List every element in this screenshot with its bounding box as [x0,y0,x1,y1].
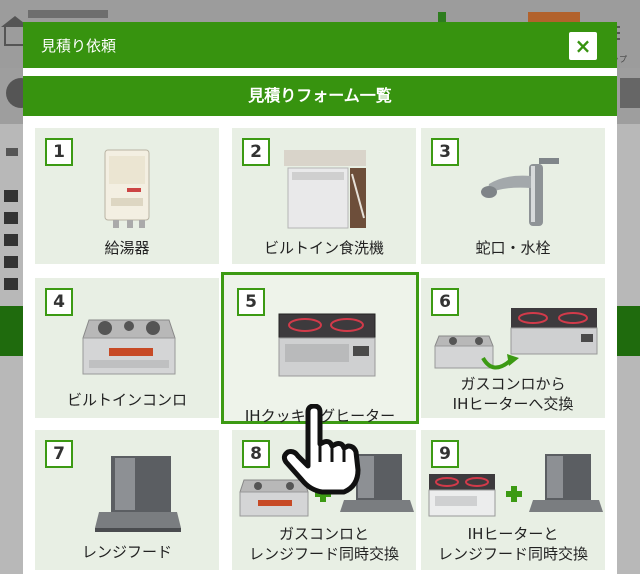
card-dishwasher[interactable]: 2 ビルトイン食洗機 [232,128,416,264]
card-number: 3 [431,138,459,166]
card-faucet[interactable]: 3 蛇口・水栓 [421,128,605,264]
close-button[interactable]: × [569,32,597,60]
form-list-title: 見積りフォーム一覧 [23,76,617,116]
card-label-line2: IHヒーターへ交換 [452,395,574,413]
card-gas-stove[interactable]: 4 ビルトインコンロ [35,278,219,418]
card-number: 1 [45,138,73,166]
background-text [4,190,18,290]
site-logo [28,10,108,18]
modal-header: 見積り依頼 × [23,22,617,68]
card-label-line1: IHヒーターと [467,525,559,543]
water-heater-icon [104,149,150,228]
card-number: 5 [237,288,265,316]
range-hood-icon [95,456,181,532]
card-range-hood[interactable]: 7 レンジフード [35,430,219,570]
faucet-icon [481,158,559,226]
card-label: ビルトインコンロ [66,391,187,409]
card-label-line2: レンジフード同時交換 [437,545,588,563]
card-number: 7 [45,440,73,468]
ih-plus-hood-icon [428,454,603,517]
search-button [620,78,640,108]
card-label: 給湯器 [104,239,150,257]
pointer-hand-icon [281,404,361,495]
card-label-line1: ガスコンロから [460,375,566,393]
dishwasher-icon [284,150,366,229]
card-label-line1: ガスコンロと [278,525,369,543]
card-number: 4 [45,288,73,316]
background-text [6,148,18,156]
card-stove-to-ih[interactable]: 6 ガスコンロから IHヒーターへ交換 [421,278,605,418]
card-ih-plus-hood[interactable]: 9 IHヒーターと レンジフード同時交換 [421,430,605,570]
card-label-line2: レンジフード同時交換 [248,545,399,563]
stove-to-ih-icon [434,308,598,370]
card-number: 2 [242,138,270,166]
card-label: レンジフード [81,543,172,561]
card-ih-cooktop[interactable]: 5 IHクッキングヒーター [221,272,419,425]
card-water-heater[interactable]: 1 給湯器 [35,128,219,264]
ih-cooktop-icon [278,313,376,377]
modal-title: 見積り依頼 [41,37,117,55]
card-label: ビルトイン食洗機 [263,239,384,257]
gas-stove-icon [82,319,176,375]
card-label: 蛇口・水栓 [475,239,551,257]
